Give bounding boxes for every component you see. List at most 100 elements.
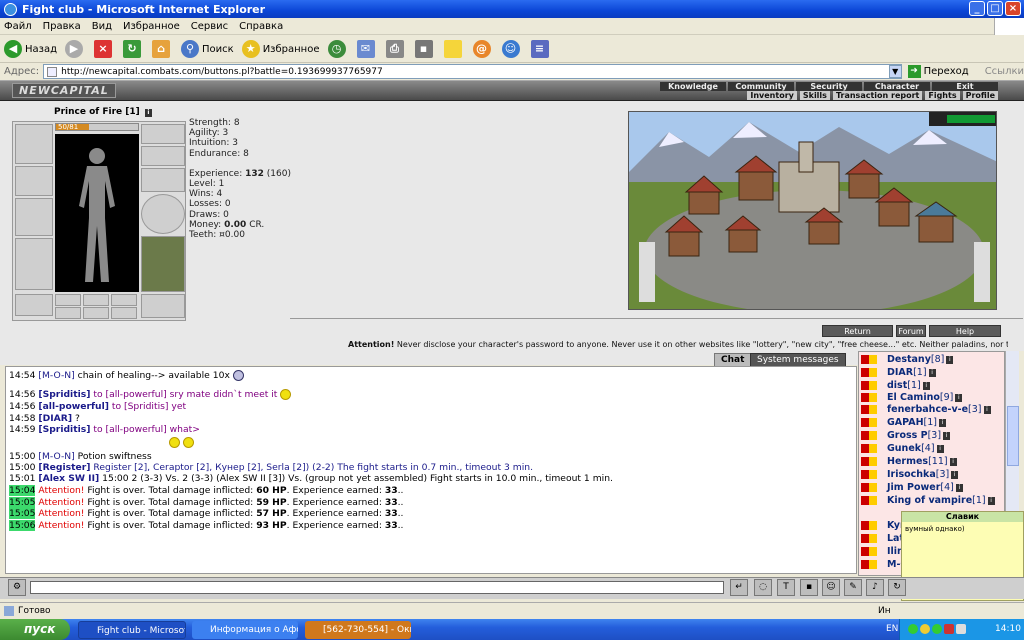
rune-slot-2[interactable] — [83, 294, 109, 306]
character-name[interactable]: Prince of Fire [1] i — [54, 107, 152, 117]
close-button[interactable]: × — [1005, 1, 1021, 16]
go-button[interactable]: ➜ Переход — [907, 65, 969, 78]
start-button[interactable]: пуск — [0, 619, 70, 640]
chat-settings-button[interactable]: ⚙ — [8, 579, 26, 596]
rune-slot-1[interactable] — [55, 294, 81, 306]
info-icon[interactable]: i — [939, 418, 947, 427]
menu-favorites[interactable]: Избранное — [123, 21, 180, 32]
menu-help[interactable]: Справка — [239, 21, 283, 32]
refresh-chat-button[interactable]: ↻ — [888, 579, 906, 596]
tray-icon[interactable] — [944, 624, 954, 634]
scroll-slot-1[interactable] — [55, 307, 81, 319]
info-icon[interactable]: i — [955, 483, 963, 492]
history-button[interactable]: ◷ — [327, 40, 349, 58]
notes-button[interactable] — [443, 40, 465, 58]
smiles-button[interactable]: ☺ — [822, 579, 840, 596]
language-indicator[interactable]: EN — [886, 619, 898, 640]
info-icon[interactable]: i — [987, 496, 995, 505]
task-fight-club[interactable]: Fight club - Microsoft ... — [78, 621, 186, 639]
private-icon[interactable] — [861, 496, 877, 505]
user-entry[interactable]: Kyn — [861, 520, 907, 531]
private-icon[interactable] — [861, 405, 877, 414]
task-info[interactable]: Информация о Афон... — [192, 621, 298, 639]
amulet-slot[interactable] — [141, 124, 185, 144]
nav-inventory[interactable]: Inventory — [747, 91, 797, 100]
nav-community[interactable]: Community — [728, 82, 794, 91]
scroll-slot-2[interactable] — [83, 307, 109, 319]
maximize-button[interactable]: □ — [987, 1, 1003, 16]
user-entry[interactable]: Irisochka [3] i — [861, 469, 959, 480]
user-entry[interactable]: Jim Power [4] i — [861, 482, 963, 493]
private-icon[interactable] — [861, 368, 877, 377]
user-entry[interactable]: Destany [8] i — [861, 354, 954, 365]
tray-icon[interactable] — [932, 624, 942, 634]
links-button[interactable]: Ссылки — [985, 66, 1024, 77]
armor-slot[interactable] — [15, 238, 53, 290]
private-icon[interactable] — [861, 547, 877, 556]
user-entry[interactable]: dist [1] i — [861, 380, 930, 391]
user-entry[interactable]: Gunek [4] i — [861, 443, 944, 454]
private-icon[interactable] — [861, 418, 877, 427]
home-button[interactable]: ⌂ — [152, 40, 173, 58]
private-icon[interactable] — [861, 355, 877, 364]
private-icon[interactable] — [861, 483, 877, 492]
scroll-slot-3[interactable] — [111, 307, 137, 319]
filter-button[interactable]: T — [777, 579, 795, 596]
character-avatar[interactable] — [55, 134, 139, 292]
send-button[interactable]: ↵ — [730, 579, 748, 596]
info-icon[interactable]: i — [144, 109, 152, 117]
research-button[interactable]: ≡ — [530, 40, 552, 58]
print-button[interactable]: ⎙ — [385, 40, 407, 58]
tab-system-messages[interactable]: System messages — [750, 353, 846, 366]
at-button[interactable]: @ — [472, 40, 494, 58]
nav-fights[interactable]: Fights — [925, 91, 960, 100]
info-icon[interactable]: i — [928, 368, 936, 377]
info-icon[interactable]: i — [983, 405, 991, 414]
search-button[interactable]: ⚲ Поиск — [181, 40, 234, 58]
nav-security[interactable]: Security — [796, 82, 862, 91]
chat-input[interactable] — [30, 581, 724, 594]
mail-button[interactable]: ✉ — [356, 40, 378, 58]
scrollbar-thumb[interactable] — [1007, 406, 1019, 466]
gloves-slot[interactable] — [15, 166, 53, 196]
return-button[interactable]: Return — [822, 325, 893, 337]
forum-button[interactable]: Forum — [896, 325, 926, 337]
user-entry[interactable]: Lat — [861, 533, 904, 544]
weapon-slot[interactable] — [15, 198, 53, 236]
user-entry[interactable]: Hermes [11] i — [861, 456, 957, 467]
bracers-slot[interactable] — [141, 168, 185, 192]
boots-slot[interactable] — [141, 294, 185, 318]
task-icq[interactable]: [562-730-554] - Окн... — [305, 621, 411, 639]
nav-transaction-report[interactable]: Transaction report — [832, 91, 923, 100]
belt-slot[interactable] — [15, 294, 53, 316]
rune-slot-3[interactable] — [111, 294, 137, 306]
info-icon[interactable]: i — [949, 457, 957, 466]
nav-exit[interactable]: Exit — [932, 82, 998, 91]
back-button[interactable]: ◀ Назад — [4, 40, 57, 58]
private-icon[interactable] — [861, 393, 877, 402]
user-entry[interactable]: Iliri — [861, 546, 905, 557]
info-icon[interactable]: i — [946, 355, 954, 364]
nav-profile[interactable]: Profile — [962, 91, 998, 100]
user-entry[interactable]: fenerbahce-v-e [3] i — [861, 404, 991, 415]
private-icon[interactable] — [861, 444, 877, 453]
private-icon[interactable] — [861, 521, 877, 530]
address-input[interactable]: http://newcapital.combats.com/buttons.pl… — [43, 64, 902, 79]
private-icon[interactable] — [861, 534, 877, 543]
rings-slot[interactable] — [141, 146, 185, 166]
private-icon[interactable] — [861, 560, 877, 569]
private-icon[interactable] — [861, 470, 877, 479]
forward-button[interactable]: ▶ — [65, 40, 86, 58]
messenger-button[interactable]: ☺ — [501, 40, 523, 58]
menu-file[interactable]: Файл — [4, 21, 32, 32]
info-icon[interactable]: i — [943, 431, 951, 440]
tray-icon[interactable] — [920, 624, 930, 634]
user-entry[interactable]: Gross P [3] i — [861, 430, 951, 441]
nav-character[interactable]: Character — [864, 82, 930, 91]
helmet-slot[interactable] — [15, 124, 53, 164]
info-icon[interactable]: i — [955, 393, 963, 402]
minimize-button[interactable]: _ — [969, 1, 985, 16]
clear-button[interactable]: ◌ — [754, 579, 772, 596]
favorites-button[interactable]: ★ Избранное — [241, 40, 320, 58]
shield-slot[interactable] — [141, 194, 185, 234]
